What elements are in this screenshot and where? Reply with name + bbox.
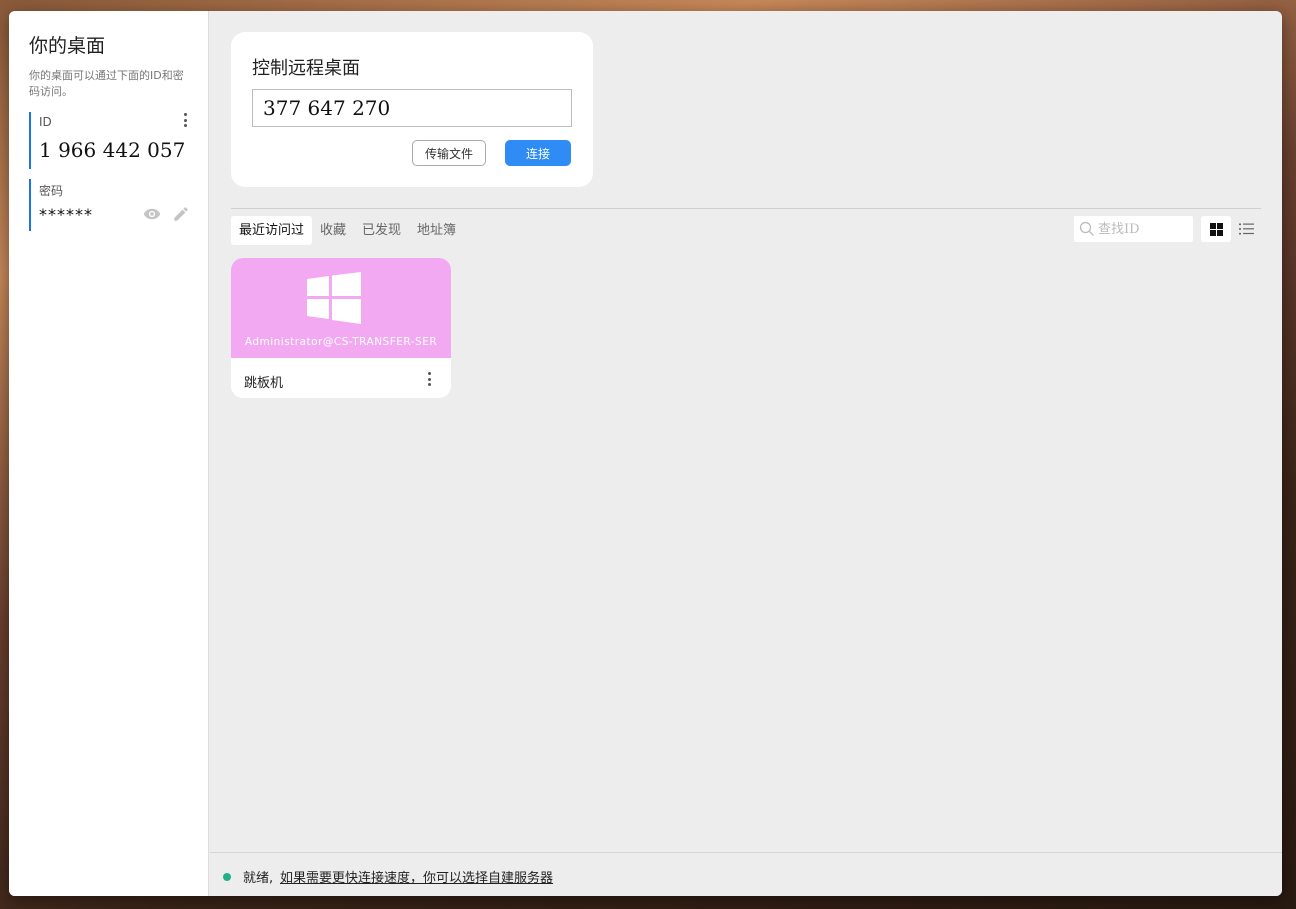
sidebar: 你的桌面 你的桌面可以通过下面的ID和密码访问。 ID 1 966 442 05… [9,11,209,896]
tab-discovered[interactable]: 已发现 [354,216,409,245]
transfer-file-button[interactable]: 传输文件 [412,140,486,166]
main-panel: 控制远程桌面 传输文件 连接 最近访问过 收藏 已发现 地址簿 [210,11,1282,852]
status-online-icon [223,873,231,881]
your-desktop-title: 你的桌面 [29,35,106,57]
control-remote-title: 控制远程桌面 [252,58,360,79]
remote-id-input[interactable] [252,89,572,127]
tab-recent[interactable]: 最近访问过 [231,216,313,245]
connect-card: 控制远程桌面 传输文件 连接 [231,32,593,187]
peer-tabs: 最近访问过 收藏 已发现 地址簿 [231,216,464,245]
id-label: ID [39,115,52,129]
status-text: 就绪, [243,871,274,886]
peer-banner: Administrator@CS-TRANSFER-SER [231,258,451,358]
list-icon [1238,223,1254,235]
peer-username: Administrator@CS-TRANSFER-SER [244,336,438,348]
password-section: 密码 ****** [29,179,191,231]
password-value: ****** [39,205,93,224]
search-icon [1079,221,1094,236]
status-bar: 就绪, 如果需要更快连接速度，你可以选择自建服务器 [210,852,1282,896]
grid-view-button[interactable] [1201,216,1231,242]
edit-password-icon[interactable] [172,205,190,223]
tab-address-book[interactable]: 地址簿 [409,216,464,245]
id-section: ID 1 966 442 057 [29,112,191,169]
search-box [1074,216,1193,242]
peer-alias: 跳板机 [244,376,284,391]
peer-more-menu-icon[interactable] [423,371,435,387]
id-value[interactable]: 1 966 442 057 [39,138,191,162]
peer-card[interactable]: Administrator@CS-TRANSFER-SER 跳板机 [231,258,451,398]
password-label: 密码 [39,184,64,198]
windows-icon [307,272,361,324]
your-desktop-description: 你的桌面可以通过下面的ID和密码访问。 [29,69,184,98]
tab-favorites[interactable]: 收藏 [312,216,354,245]
search-input[interactable] [1098,216,1190,242]
eye-icon[interactable] [143,207,161,221]
id-more-menu-icon[interactable] [179,112,191,128]
divider [231,208,1261,209]
self-host-server-link[interactable]: 如果需要更快连接速度，你可以选择自建服务器 [280,867,553,886]
grid-icon [1209,222,1223,236]
list-view-button[interactable] [1235,216,1257,242]
connect-button[interactable]: 连接 [505,140,571,166]
app-window: 你的桌面 你的桌面可以通过下面的ID和密码访问。 ID 1 966 442 05… [9,11,1282,896]
